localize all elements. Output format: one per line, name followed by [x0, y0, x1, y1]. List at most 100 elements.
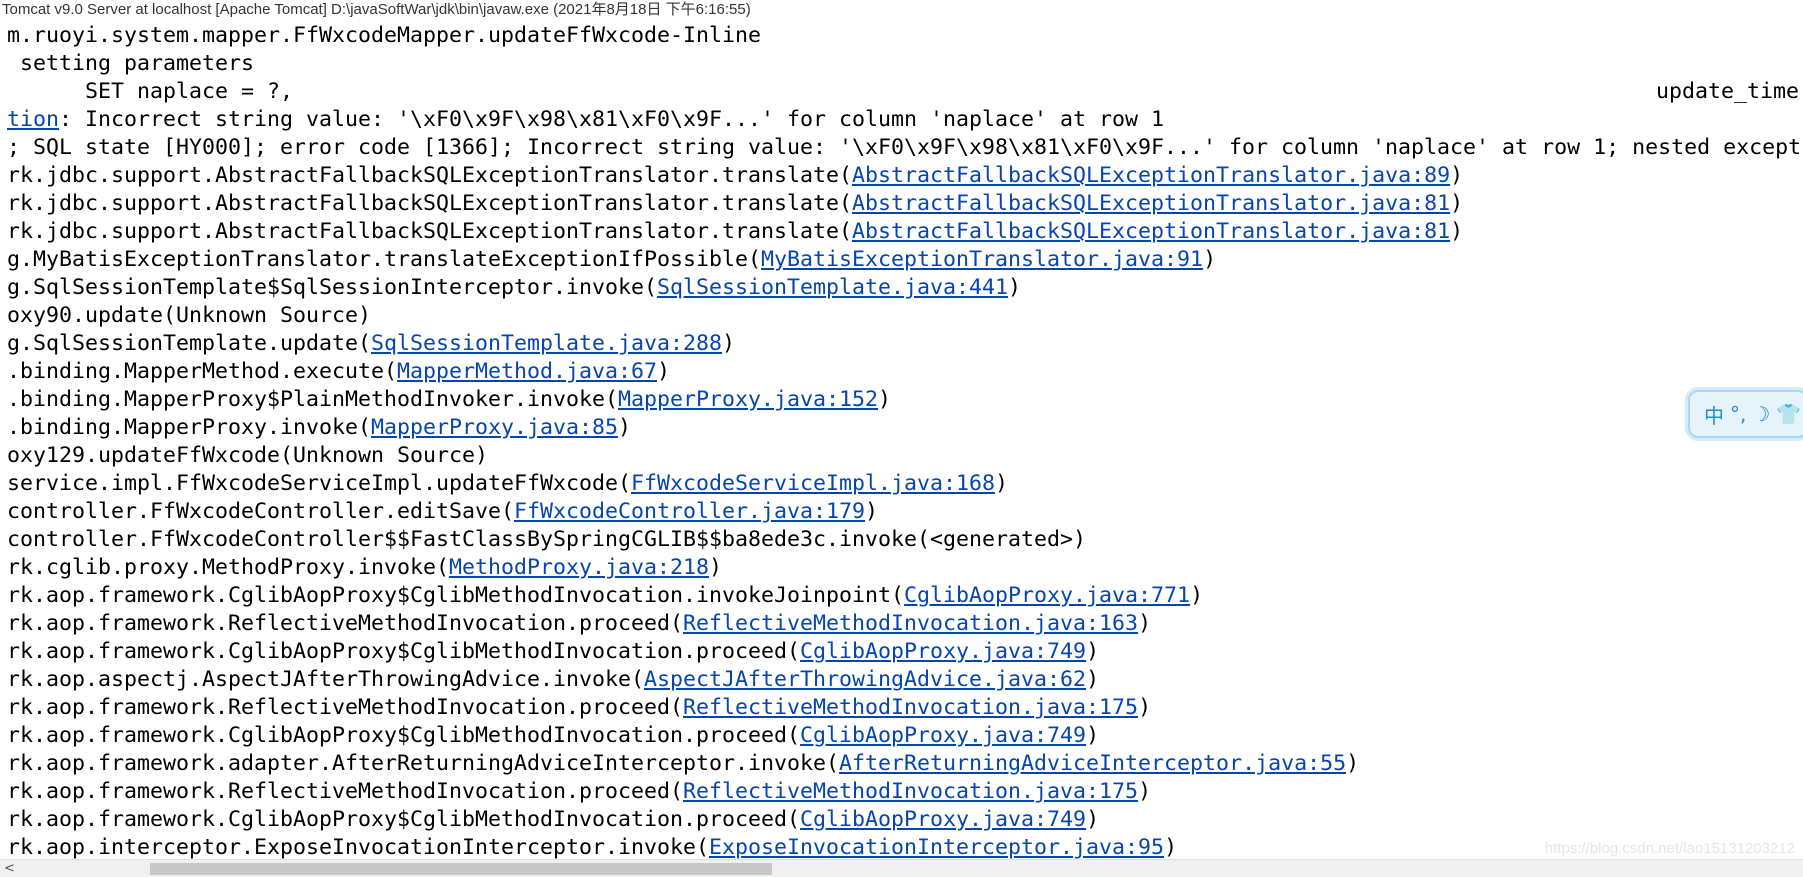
console-line: .binding.MapperProxy.invoke(MapperProxy.…: [7, 414, 631, 442]
stacktrace-link[interactable]: AbstractFallbackSQLExceptionTranslator.j…: [852, 219, 1450, 244]
console-line: rk.aop.framework.CglibAopProxy$CglibMeth…: [7, 806, 1099, 834]
stacktrace-link[interactable]: FfWxcodeServiceImpl.java:168: [631, 471, 995, 496]
console-line-suffix: : Incorrect string value: '\xF0\x9F\x98\…: [59, 107, 1165, 132]
console-line-suffix: ): [1008, 275, 1022, 300]
console-line: g.SqlSessionTemplate$SqlSessionIntercept…: [7, 274, 1021, 302]
console-line-text: g.MyBatisExceptionTranslator.translateEx…: [7, 247, 762, 272]
scroll-left-icon[interactable]: <: [4, 860, 15, 877]
stacktrace-link[interactable]: MapperProxy.java:152: [618, 387, 878, 412]
moon-icon[interactable]: ☽: [1752, 402, 1770, 426]
console-line-suffix: ): [1138, 611, 1152, 636]
console-line-text: g.SqlSessionTemplate.update(: [7, 331, 372, 356]
stacktrace-link[interactable]: MapperMethod.java:67: [397, 359, 657, 384]
shirt-icon[interactable]: 👕: [1776, 402, 1801, 426]
console-line: tion: Incorrect string value: '\xF0\x9F\…: [7, 106, 1164, 134]
console-line-suffix: ): [1190, 583, 1204, 608]
console-line-suffix: ): [709, 555, 723, 580]
console-line-suffix: ): [1164, 835, 1178, 859]
console-line-text: rk.aop.framework.adapter.AfterReturningA…: [7, 751, 840, 776]
console-line: rk.jdbc.support.AbstractFallbackSQLExcep…: [7, 218, 1463, 246]
console-line-text: .binding.MapperProxy.invoke(: [7, 415, 372, 440]
console-line-text: rk.jdbc.support.AbstractFallbackSQLExcep…: [7, 219, 853, 244]
console-line-text: service.impl.FfWxcodeServiceImpl.updateF…: [7, 471, 632, 496]
console-line: rk.aop.framework.ReflectiveMethodInvocat…: [7, 610, 1151, 638]
stacktrace-link[interactable]: CglibAopProxy.java:749: [800, 723, 1086, 748]
scrollbar-thumb[interactable]: [150, 863, 772, 875]
ime-language-label[interactable]: 中: [1704, 400, 1724, 429]
console-line: SET naplace = ?,: [7, 78, 293, 106]
stacktrace-link[interactable]: AbstractFallbackSQLExceptionTranslator.j…: [852, 163, 1450, 188]
stacktrace-link[interactable]: CglibAopProxy.java:771: [904, 583, 1190, 608]
console-line-suffix: ): [1450, 219, 1464, 244]
stacktrace-link[interactable]: ExposeInvocationInterceptor.java:95: [709, 835, 1164, 859]
console-line-text: g.SqlSessionTemplate$SqlSessionIntercept…: [7, 275, 658, 300]
console-line-text: rk.aop.framework.CglibAopProxy$CglibMeth…: [7, 807, 801, 832]
console-line-text: oxy90.update(Unknown Source): [7, 303, 372, 328]
console-line-text: .binding.MapperProxy$PlainMethodInvoker.…: [7, 387, 619, 412]
console-line-text: .binding.MapperMethod.execute(: [7, 359, 398, 384]
punctuation-icon[interactable]: °,: [1730, 402, 1746, 426]
console-line-text: rk.aop.framework.CglibAopProxy$CglibMeth…: [7, 639, 801, 664]
stacktrace-link[interactable]: FfWxcodeController.java:179: [514, 499, 865, 524]
console-line-suffix: ): [1086, 807, 1100, 832]
ime-toolbar[interactable]: 中 °, ☽ 👕: [1688, 390, 1803, 438]
console-line: rk.aop.framework.ReflectiveMethodInvocat…: [7, 778, 1151, 806]
stacktrace-link[interactable]: MethodProxy.java:218: [449, 555, 709, 580]
console-line: rk.jdbc.support.AbstractFallbackSQLExcep…: [7, 190, 1463, 218]
horizontal-scrollbar[interactable]: <: [0, 859, 1803, 877]
console-line-text: SET naplace = ?,: [7, 79, 294, 104]
console-line-suffix: ): [1138, 779, 1152, 804]
console-line: rk.aop.interceptor.ExposeInvocationInter…: [7, 834, 1177, 859]
console-line-suffix: ): [995, 471, 1009, 496]
console-line-suffix: ): [878, 387, 892, 412]
console-line-suffix: ): [657, 359, 671, 384]
stacktrace-link[interactable]: MapperProxy.java:85: [371, 415, 618, 440]
console-line-text: setting parameters: [7, 51, 255, 76]
console-line: rk.cglib.proxy.MethodProxy.invoke(Method…: [7, 554, 722, 582]
stacktrace-link[interactable]: tion: [7, 107, 59, 132]
console-line-text: rk.cglib.proxy.MethodProxy.invoke(: [7, 555, 450, 580]
console-line: rk.aop.framework.CglibAopProxy$CglibMeth…: [7, 638, 1099, 666]
console-line-suffix: ): [1138, 695, 1152, 720]
console-line-text: oxy129.updateFfWxcode(Unknown Source): [7, 443, 489, 468]
console-line-text: rk.aop.framework.ReflectiveMethodInvocat…: [7, 611, 684, 636]
console-line-suffix: ): [1450, 163, 1464, 188]
console-line: rk.jdbc.support.AbstractFallbackSQLExcep…: [7, 162, 1463, 190]
stacktrace-link[interactable]: ReflectiveMethodInvocation.java:175: [683, 779, 1138, 804]
console-line-text: rk.aop.framework.CglibAopProxy$CglibMeth…: [7, 723, 801, 748]
console-line-text: controller.FfWxcodeController$$FastClass…: [7, 527, 1087, 552]
stacktrace-link[interactable]: SqlSessionTemplate.java:288: [371, 331, 722, 356]
console-line: controller.FfWxcodeController.editSave(F…: [7, 498, 878, 526]
console-line-text: rk.jdbc.support.AbstractFallbackSQLExcep…: [7, 191, 853, 216]
console-line: rk.aop.framework.adapter.AfterReturningA…: [7, 750, 1359, 778]
watermark: https://blog.csdn.net/lao15131203212: [1544, 840, 1795, 857]
console-line-suffix: ): [618, 415, 632, 440]
console-line-suffix: ): [1346, 751, 1360, 776]
console-line-text: rk.aop.framework.ReflectiveMethodInvocat…: [7, 695, 684, 720]
stacktrace-link[interactable]: SqlSessionTemplate.java:441: [657, 275, 1008, 300]
console-line: g.MyBatisExceptionTranslator.translateEx…: [7, 246, 1216, 274]
stacktrace-link[interactable]: ReflectiveMethodInvocation.java:175: [683, 695, 1138, 720]
stacktrace-link[interactable]: CglibAopProxy.java:749: [800, 807, 1086, 832]
console-line: .binding.MapperProxy$PlainMethodInvoker.…: [7, 386, 891, 414]
console-line-suffix: ): [1086, 667, 1100, 692]
stacktrace-link[interactable]: CglibAopProxy.java:749: [800, 639, 1086, 664]
stacktrace-link[interactable]: MyBatisExceptionTranslator.java:91: [761, 247, 1203, 272]
console-line: controller.FfWxcodeController$$FastClass…: [7, 526, 1086, 554]
console-line: rk.aop.framework.CglibAopProxy$CglibMeth…: [7, 722, 1099, 750]
stacktrace-link[interactable]: AspectJAfterThrowingAdvice.java:62: [644, 667, 1086, 692]
console-line-text: rk.jdbc.support.AbstractFallbackSQLExcep…: [7, 163, 853, 188]
console-line-suffix: ): [1086, 639, 1100, 664]
console-line: rk.aop.framework.CglibAopProxy$CglibMeth…: [7, 582, 1203, 610]
stacktrace-link[interactable]: AbstractFallbackSQLExceptionTranslator.j…: [852, 191, 1450, 216]
console-line-suffix: ): [1086, 723, 1100, 748]
console-line-suffix: ): [1203, 247, 1217, 272]
console-output[interactable]: update_time m.ruoyi.system.mapper.FfWxco…: [0, 22, 1803, 859]
console-line: setting parameters: [7, 50, 254, 78]
stacktrace-link[interactable]: ReflectiveMethodInvocation.java:163: [683, 611, 1138, 636]
stacktrace-link[interactable]: AfterReturningAdviceInterceptor.java:55: [839, 751, 1346, 776]
console-line-text: ; SQL state [HY000]; error code [1366]; …: [7, 135, 1802, 160]
console-line: service.impl.FfWxcodeServiceImpl.updateF…: [7, 470, 1008, 498]
console-line: oxy90.update(Unknown Source): [7, 302, 371, 330]
console-line: m.ruoyi.system.mapper.FfWxcodeMapper.upd…: [7, 22, 761, 50]
